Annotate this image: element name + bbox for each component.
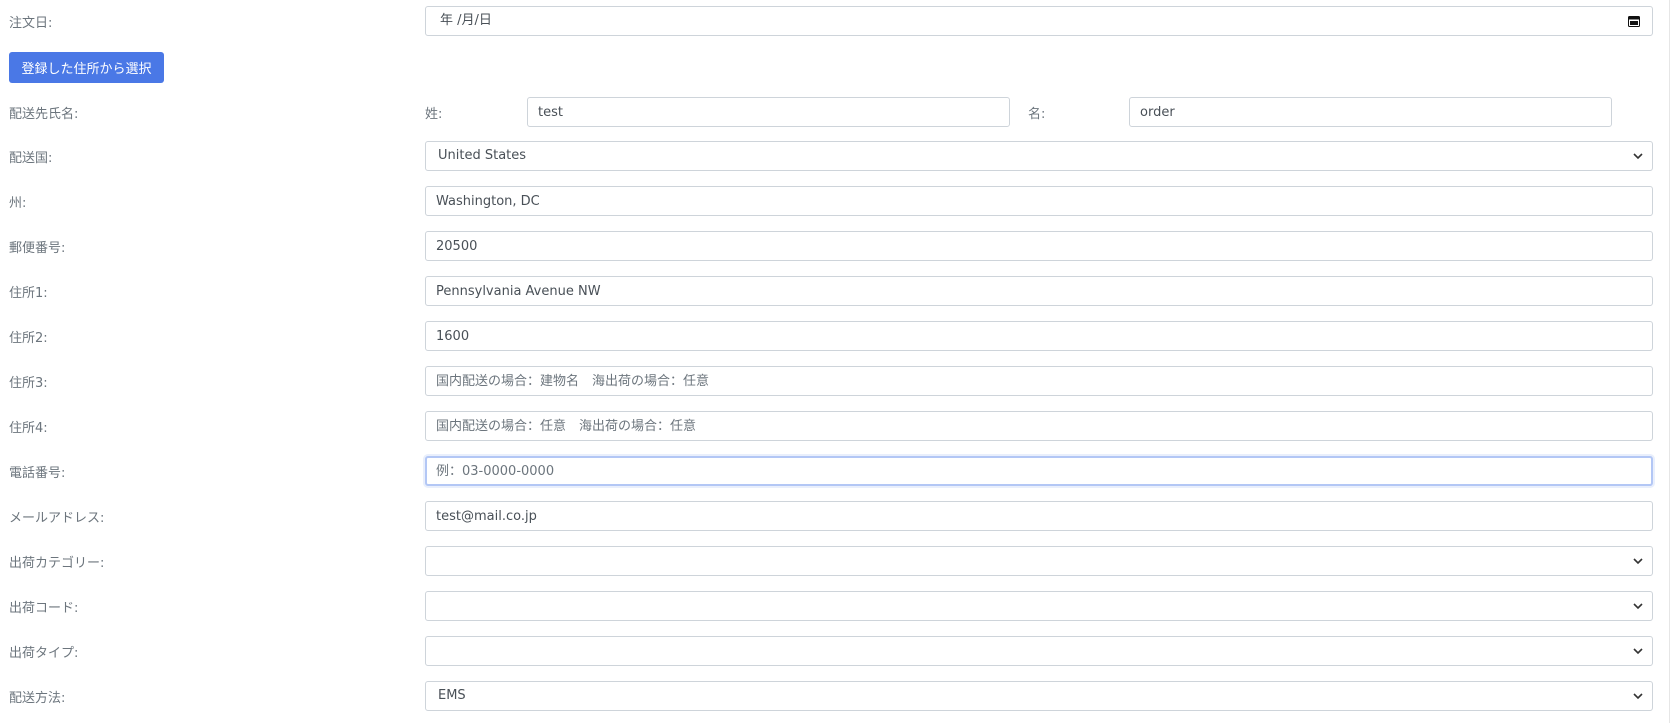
first-name-input[interactable]: [1129, 97, 1612, 127]
order-date-label: 注文日:: [9, 16, 53, 31]
email-input[interactable]: [425, 501, 1653, 531]
postal-code-row: 郵便番号:: [0, 231, 1670, 261]
calendar-icon[interactable]: [1628, 15, 1640, 27]
address2-label: 住所2:: [9, 331, 48, 346]
country-selected-value: United States: [438, 148, 527, 163]
recipient-name-label: 配送先氏名:: [9, 107, 79, 122]
shipping-category-select[interactable]: [425, 546, 1653, 576]
chevron-down-icon: [1633, 648, 1643, 655]
chevron-down-icon: [1633, 693, 1643, 700]
order-date-input[interactable]: 年 /月/日: [425, 6, 1653, 36]
last-name-label: 姓:: [425, 107, 443, 122]
email-label: メールアドレス:: [9, 511, 105, 526]
shipping-type-select[interactable]: [425, 636, 1653, 666]
recipient-name-row: 配送先氏名: 姓: 名:: [0, 97, 1670, 127]
order-shipping-form: 注文日: 年 /月/日 登録した住所から選択 配送先氏名: 姓: 名: 配送国:…: [0, 0, 1670, 723]
shipping-code-row: 出荷コード:: [0, 591, 1670, 621]
postal-code-input[interactable]: [425, 231, 1653, 261]
state-label: 州:: [9, 196, 27, 211]
last-name-input[interactable]: [527, 97, 1010, 127]
chevron-down-icon: [1633, 153, 1643, 160]
shipping-method-select[interactable]: EMS: [425, 681, 1653, 711]
state-row: 州:: [0, 186, 1670, 216]
shipping-category-row: 出荷カテゴリー:: [0, 546, 1670, 576]
shipping-type-row: 出荷タイプ:: [0, 636, 1670, 666]
chevron-down-icon: [1633, 603, 1643, 610]
postal-code-label: 郵便番号:: [9, 241, 66, 256]
phone-row: 電話番号:: [0, 456, 1670, 486]
shipping-method-label: 配送方法:: [9, 691, 66, 706]
address3-input[interactable]: [425, 366, 1653, 396]
address1-input[interactable]: [425, 276, 1653, 306]
phone-input[interactable]: [425, 456, 1653, 486]
address3-label: 住所3:: [9, 376, 48, 391]
phone-label: 電話番号:: [9, 466, 66, 481]
first-name-label: 名:: [1028, 107, 1046, 122]
address2-row: 住所2:: [0, 321, 1670, 351]
country-label: 配送国:: [9, 151, 53, 166]
address4-input[interactable]: [425, 411, 1653, 441]
shipping-category-label: 出荷カテゴリー:: [9, 556, 105, 571]
order-date-row: 注文日: 年 /月/日: [0, 6, 1670, 36]
address4-label: 住所4:: [9, 421, 48, 436]
shipping-code-label: 出荷コード:: [9, 601, 79, 616]
shipping-code-select[interactable]: [425, 591, 1653, 621]
select-registered-address-button[interactable]: 登録した住所から選択: [9, 52, 164, 83]
address2-input[interactable]: [425, 321, 1653, 351]
address3-row: 住所3:: [0, 366, 1670, 396]
chevron-down-icon: [1633, 558, 1643, 565]
country-row: 配送国: United States: [0, 141, 1670, 171]
address1-row: 住所1:: [0, 276, 1670, 306]
shipping-method-row: 配送方法: EMS: [0, 681, 1670, 711]
country-select[interactable]: United States: [425, 141, 1653, 171]
address4-row: 住所4:: [0, 411, 1670, 441]
email-row: メールアドレス:: [0, 501, 1670, 531]
shipping-type-label: 出荷タイプ:: [9, 646, 79, 661]
shipping-method-selected-value: EMS: [438, 688, 466, 703]
address1-label: 住所1:: [9, 286, 48, 301]
order-date-value: 年 /月/日: [440, 13, 492, 28]
state-input[interactable]: [425, 186, 1653, 216]
